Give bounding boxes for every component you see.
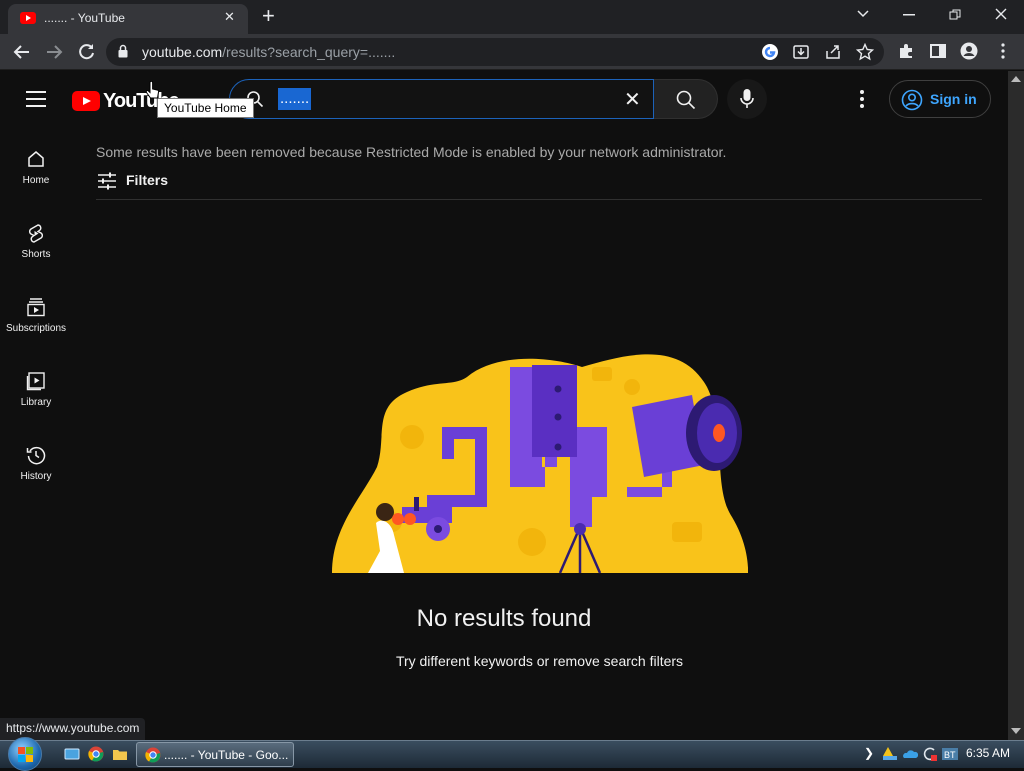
reload-icon[interactable] <box>78 43 96 61</box>
home-icon <box>28 151 44 167</box>
subscriptions-icon <box>27 298 45 317</box>
youtube-home-tooltip: YouTube Home <box>157 98 254 118</box>
windows-taskbar: ....... - YouTube - Goo... ❯ BT 6:35 AM <box>0 737 1024 771</box>
sidebar-item-label: Shorts <box>21 249 51 260</box>
network-icon[interactable] <box>882 746 898 762</box>
filters-button[interactable]: Filters <box>96 171 168 196</box>
youtube-page: YouTube ....... ✕ Sign in Home Shorts Su… <box>0 71 1008 740</box>
chrome-menu-icon[interactable] <box>994 42 1012 60</box>
browser-toolbar: youtube.com/results?search_query=....... <box>0 34 1024 70</box>
minimize-icon[interactable] <box>903 14 915 16</box>
chrome-icon <box>145 747 161 763</box>
share-icon[interactable] <box>824 43 842 61</box>
sidebar-item-home[interactable]: Home <box>0 149 72 186</box>
address-bar[interactable]: youtube.com/results?search_query=....... <box>106 38 884 66</box>
sign-in-button[interactable]: Sign in <box>889 80 991 118</box>
browser-tab[interactable]: ....... - YouTube ✕ <box>8 4 248 34</box>
no-results-hint: Try different keywords or remove search … <box>395 653 684 669</box>
side-panel-icon[interactable] <box>929 42 947 60</box>
sidebar-item-library[interactable]: Library <box>0 371 72 408</box>
taskbar-window-title: ....... - YouTube - Goo... <box>164 748 289 762</box>
guide-menu-icon[interactable] <box>26 91 46 107</box>
svg-text:BT: BT <box>944 750 956 760</box>
youtube-play-icon <box>72 91 100 111</box>
youtube-favicon-icon <box>20 12 36 24</box>
show-hidden-icons-icon[interactable]: ❯ <box>864 746 874 760</box>
shorts-icon <box>29 224 43 243</box>
hand-cursor-icon <box>145 81 160 99</box>
search-input[interactable]: ....... ✕ <box>229 79 654 119</box>
filters-icon <box>98 172 116 190</box>
library-icon <box>26 372 45 391</box>
sidebar-item-label: Library <box>20 397 52 408</box>
taskbar-chrome-window[interactable]: ....... - YouTube - Goo... <box>136 742 294 767</box>
tab-close-icon[interactable]: ✕ <box>224 9 235 25</box>
taskbar-clock[interactable]: 6:35 AM <box>966 746 1010 760</box>
bookmark-star-icon[interactable] <box>856 43 874 61</box>
tab-search-chevron-icon[interactable] <box>856 9 870 19</box>
sync-icon[interactable] <box>922 746 938 762</box>
sidebar-item-subscriptions[interactable]: Subscriptions <box>0 297 72 334</box>
scroll-down-arrow-icon[interactable] <box>1011 728 1021 734</box>
voice-search-button[interactable] <box>727 79 767 119</box>
url-host: youtube.com <box>142 44 223 60</box>
sidebar-item-label: History <box>20 471 52 482</box>
divider <box>96 199 982 200</box>
sidebar-item-label: Subscriptions <box>5 323 67 334</box>
sidebar-item-label: Home <box>22 175 50 186</box>
history-icon <box>26 446 46 465</box>
filters-label: Filters <box>126 172 169 188</box>
forward-icon[interactable] <box>45 44 63 60</box>
search-query-text[interactable]: ....... <box>278 88 312 110</box>
restricted-mode-notice: Some results have been removed because R… <box>96 144 727 160</box>
sidebar-item-history[interactable]: History <box>0 445 72 482</box>
sidebar-item-shorts[interactable]: Shorts <box>0 223 72 260</box>
google-icon[interactable] <box>761 43 779 61</box>
lock-icon[interactable] <box>118 44 128 58</box>
clear-search-icon[interactable]: ✕ <box>624 87 641 112</box>
start-button[interactable] <box>8 737 42 771</box>
account-circle-icon <box>901 89 923 111</box>
install-app-icon[interactable] <box>792 43 810 61</box>
more-options-icon[interactable] <box>852 87 872 111</box>
microphone-icon <box>740 89 754 108</box>
bluetooth-icon[interactable]: BT <box>942 746 958 762</box>
new-tab-button[interactable]: + <box>262 4 275 28</box>
sign-in-label: Sign in <box>930 91 977 107</box>
back-icon[interactable] <box>13 44 31 60</box>
restore-icon[interactable] <box>949 9 961 21</box>
chrome-quicklaunch-icon[interactable] <box>88 746 104 762</box>
search-icon <box>676 90 696 110</box>
profile-icon[interactable] <box>960 42 978 60</box>
no-results-title: No results found <box>416 605 592 632</box>
explorer-quicklaunch-icon[interactable] <box>112 746 128 762</box>
extensions-icon[interactable] <box>897 42 915 60</box>
scroll-up-arrow-icon[interactable] <box>1011 76 1021 82</box>
page-scrollbar[interactable] <box>1008 71 1024 740</box>
window-close-icon[interactable] <box>995 8 1007 20</box>
onedrive-icon[interactable] <box>902 746 918 762</box>
browser-tab-strip: ....... - YouTube ✕ + <box>0 0 1024 34</box>
url-path: /results?search_query=....... <box>222 44 396 60</box>
tab-title: ....... - YouTube <box>44 11 125 25</box>
url-text: youtube.com/results?search_query=....... <box>142 44 395 60</box>
windows-logo-icon <box>18 747 33 762</box>
search-button[interactable] <box>654 79 718 119</box>
show-desktop-icon[interactable] <box>64 746 80 762</box>
no-results-illustration <box>332 354 748 574</box>
